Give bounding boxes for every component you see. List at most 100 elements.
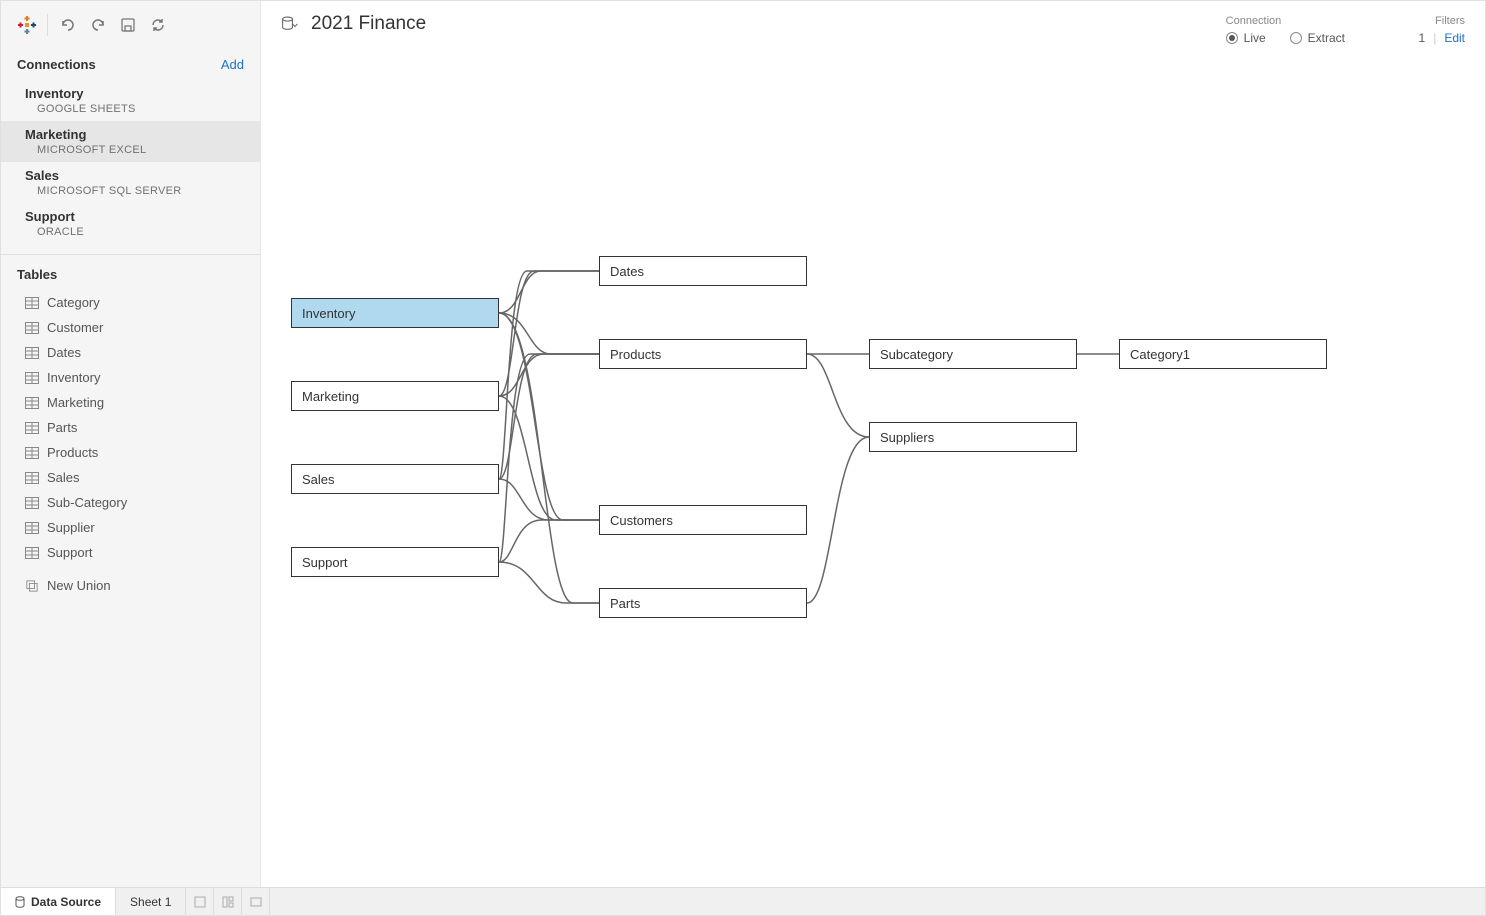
node-label: Products bbox=[610, 347, 661, 362]
filters-panel: Filters 1 | Edit bbox=[1419, 15, 1466, 45]
table-name: Parts bbox=[47, 420, 77, 435]
main-area: Connections Add Inventory GOOGLE SHEETS … bbox=[1, 1, 1485, 887]
node-inventory[interactable]: Inventory bbox=[291, 298, 499, 328]
new-worksheet-button[interactable] bbox=[186, 888, 214, 915]
connection-panel: Connection Live Extract bbox=[1226, 15, 1345, 45]
table-products[interactable]: Products bbox=[1, 440, 260, 465]
tab-sheet1[interactable]: Sheet 1 bbox=[116, 888, 186, 915]
table-icon bbox=[25, 547, 39, 559]
table-inventory[interactable]: Inventory bbox=[1, 365, 260, 390]
node-category1[interactable]: Category1 bbox=[1119, 339, 1327, 369]
connection-marketing[interactable]: Marketing MICROSOFT EXCEL bbox=[1, 121, 260, 162]
table-name: Sub-Category bbox=[47, 495, 127, 510]
tables-label: Tables bbox=[1, 255, 260, 290]
new-dashboard-icon bbox=[222, 896, 234, 908]
connection-type: GOOGLE SHEETS bbox=[25, 103, 244, 115]
datasource-tab-icon bbox=[15, 896, 25, 908]
datasource-title[interactable]: 2021 Finance bbox=[311, 13, 426, 35]
tables-section: Tables Category Customer Dates Inventory… bbox=[1, 254, 260, 887]
table-name: Dates bbox=[47, 345, 81, 360]
radio-extract[interactable]: Extract bbox=[1290, 31, 1345, 45]
table-name: Marketing bbox=[47, 395, 104, 410]
table-name: Inventory bbox=[47, 370, 100, 385]
node-support[interactable]: Support bbox=[291, 547, 499, 577]
tab-data-source[interactable]: Data Source bbox=[1, 888, 116, 915]
node-label: Category1 bbox=[1130, 347, 1190, 362]
connection-label: Connection bbox=[1226, 15, 1345, 27]
node-subcategory[interactable]: Subcategory bbox=[869, 339, 1077, 369]
table-name: Category bbox=[47, 295, 100, 310]
connection-name: Sales bbox=[25, 168, 244, 183]
node-label: Parts bbox=[610, 596, 640, 611]
table-parts[interactable]: Parts bbox=[1, 415, 260, 440]
node-label: Subcategory bbox=[880, 347, 953, 362]
node-label: Customers bbox=[610, 513, 673, 528]
connection-inventory[interactable]: Inventory GOOGLE SHEETS bbox=[1, 80, 260, 121]
table-category[interactable]: Category bbox=[1, 290, 260, 315]
table-name: Supplier bbox=[47, 520, 95, 535]
toolbar-separator bbox=[47, 14, 48, 36]
new-story-button[interactable] bbox=[242, 888, 270, 915]
radio-icon bbox=[1290, 32, 1302, 44]
table-icon bbox=[25, 397, 39, 409]
filters-edit-link[interactable]: Edit bbox=[1444, 31, 1465, 45]
table-name: Support bbox=[47, 545, 93, 560]
table-icon bbox=[25, 447, 39, 459]
union-icon bbox=[25, 580, 39, 592]
connection-type: MICROSOFT SQL SERVER bbox=[25, 185, 244, 197]
node-sales[interactable]: Sales bbox=[291, 464, 499, 494]
table-dates[interactable]: Dates bbox=[1, 340, 260, 365]
filters-count: 1 bbox=[1419, 31, 1426, 45]
new-dashboard-button[interactable] bbox=[214, 888, 242, 915]
tables-list: Category Customer Dates Inventory Market… bbox=[1, 290, 260, 598]
node-label: Inventory bbox=[302, 306, 355, 321]
node-customers[interactable]: Customers bbox=[599, 505, 807, 535]
table-marketing[interactable]: Marketing bbox=[1, 390, 260, 415]
radio-extract-label: Extract bbox=[1308, 31, 1345, 45]
table-customer[interactable]: Customer bbox=[1, 315, 260, 340]
tableau-logo-icon[interactable] bbox=[13, 11, 41, 39]
connection-support[interactable]: Support ORACLE bbox=[1, 203, 260, 244]
connections-label: Connections bbox=[17, 57, 96, 72]
table-subcategory[interactable]: Sub-Category bbox=[1, 490, 260, 515]
table-supplier[interactable]: Supplier bbox=[1, 515, 260, 540]
tab-data-source-label: Data Source bbox=[31, 895, 101, 909]
node-suppliers[interactable]: Suppliers bbox=[869, 422, 1077, 452]
undo-icon[interactable] bbox=[54, 11, 82, 39]
new-union-label: New Union bbox=[47, 578, 111, 593]
connection-type: MICROSOFT EXCEL bbox=[25, 144, 244, 156]
connection-sales[interactable]: Sales MICROSOFT SQL SERVER bbox=[1, 162, 260, 203]
redo-icon[interactable] bbox=[84, 11, 112, 39]
node-label: Sales bbox=[302, 472, 335, 487]
node-products[interactable]: Products bbox=[599, 339, 807, 369]
toolbar bbox=[1, 1, 260, 49]
node-dates[interactable]: Dates bbox=[599, 256, 807, 286]
table-icon bbox=[25, 522, 39, 534]
new-worksheet-icon bbox=[194, 896, 206, 908]
save-icon[interactable] bbox=[114, 11, 142, 39]
bottom-tabs: Data Source Sheet 1 bbox=[1, 887, 1485, 915]
datasource-icon[interactable] bbox=[281, 14, 299, 34]
relationship-diagram[interactable]: Inventory Marketing Sales Support Dates … bbox=[281, 241, 1465, 887]
refresh-icon[interactable] bbox=[144, 11, 172, 39]
new-union[interactable]: New Union bbox=[1, 573, 260, 598]
connections-list: Inventory GOOGLE SHEETS Marketing MICROS… bbox=[1, 80, 260, 254]
table-sales[interactable]: Sales bbox=[1, 465, 260, 490]
radio-live[interactable]: Live bbox=[1226, 31, 1266, 45]
radio-icon bbox=[1226, 32, 1238, 44]
app-window: Connections Add Inventory GOOGLE SHEETS … bbox=[0, 0, 1486, 916]
table-icon bbox=[25, 497, 39, 509]
filters-label: Filters bbox=[1419, 15, 1466, 27]
table-name: Customer bbox=[47, 320, 103, 335]
table-support[interactable]: Support bbox=[1, 540, 260, 565]
node-marketing[interactable]: Marketing bbox=[291, 381, 499, 411]
table-icon bbox=[25, 347, 39, 359]
connections-header: Connections Add bbox=[1, 49, 260, 80]
table-icon bbox=[25, 472, 39, 484]
add-connection-link[interactable]: Add bbox=[221, 57, 244, 72]
node-parts[interactable]: Parts bbox=[599, 588, 807, 618]
connection-radio-group: Live Extract bbox=[1226, 31, 1345, 45]
connection-name: Marketing bbox=[25, 127, 244, 142]
node-label: Dates bbox=[610, 264, 644, 279]
table-name: Products bbox=[47, 445, 98, 460]
